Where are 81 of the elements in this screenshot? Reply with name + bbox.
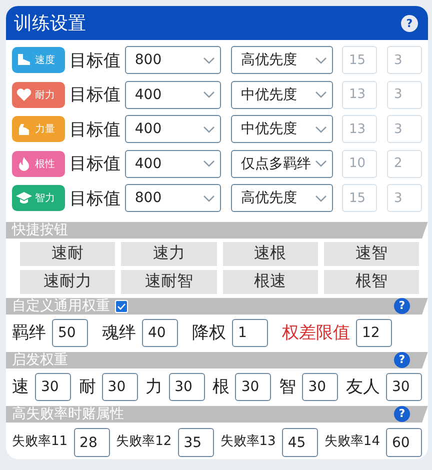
stat-badge: 力量 bbox=[12, 116, 66, 142]
priority-dropdown[interactable]: 高优先度 bbox=[230, 184, 333, 212]
shoe-icon bbox=[16, 53, 32, 68]
target-label: 目标值 bbox=[69, 118, 121, 141]
quick-button[interactable]: 速根 bbox=[222, 242, 318, 266]
quick-button[interactable]: 速耐智 bbox=[121, 270, 216, 294]
quick-button[interactable]: 根智 bbox=[324, 270, 419, 294]
heart-icon bbox=[16, 88, 32, 102]
chevron-down-icon bbox=[202, 126, 215, 133]
field-label: 根 bbox=[212, 376, 230, 398]
input-field[interactable]: 45 bbox=[282, 428, 318, 457]
priority-dropdown[interactable]: 中优先度 bbox=[230, 80, 333, 109]
input-field[interactable]: 60 bbox=[386, 428, 422, 457]
input-field[interactable]: 28 bbox=[74, 428, 110, 457]
chevron-down-icon bbox=[315, 91, 327, 98]
field-label: 速 bbox=[12, 376, 29, 398]
target-label: 目标值 bbox=[69, 153, 121, 176]
chevron-down-icon bbox=[315, 160, 327, 168]
input-field[interactable]: 30 bbox=[35, 372, 71, 400]
input-field[interactable]: 12 bbox=[356, 318, 392, 346]
target-label: 目标值 bbox=[69, 84, 121, 106]
quick-button[interactable]: 速耐 bbox=[20, 242, 116, 266]
stat-badge: 根性 bbox=[12, 150, 66, 177]
section-title: 自定义通用权重 bbox=[12, 298, 110, 314]
target-dropdown[interactable]: 400 bbox=[124, 80, 221, 109]
priority-dropdown[interactable]: 高优先度 bbox=[230, 46, 333, 74]
field-label: 耐 bbox=[78, 376, 96, 398]
input-field[interactable]: 35 bbox=[178, 428, 214, 457]
help-icon[interactable]: ? bbox=[401, 14, 418, 32]
input-field[interactable]: 30 bbox=[168, 372, 205, 400]
section-title: 高失败率时赌属性 bbox=[12, 406, 124, 422]
quick-button[interactable]: 速智 bbox=[324, 242, 419, 266]
field-label: 权差限值 bbox=[282, 322, 350, 344]
input-field[interactable]: 30 bbox=[386, 372, 422, 400]
field-label: 智 bbox=[279, 376, 296, 398]
priority-dropdown[interactable]: 中优先度 bbox=[230, 115, 333, 144]
chevron-down-icon bbox=[202, 160, 215, 168]
field-label: 友人 bbox=[346, 376, 380, 398]
priority-dropdown[interactable]: 仅点多羁绊 bbox=[230, 150, 333, 178]
quick-button[interactable]: 根速 bbox=[222, 270, 318, 294]
help-icon[interactable]: ? bbox=[394, 352, 410, 368]
section-title: 启发权重 bbox=[12, 352, 68, 368]
stat-badge: 耐力 bbox=[12, 82, 66, 108]
target-dropdown[interactable]: 400 bbox=[124, 150, 221, 178]
flame-icon bbox=[16, 156, 32, 171]
input-field[interactable]: 1 bbox=[232, 318, 268, 346]
window-title: 训练设置 bbox=[14, 12, 86, 35]
quick-button[interactable]: 速耐力 bbox=[20, 270, 116, 294]
field-label: 力 bbox=[146, 376, 163, 398]
stat-badge: 智力 bbox=[12, 185, 66, 212]
chevron-down-icon bbox=[315, 194, 327, 202]
field-label: 失败率13 bbox=[220, 432, 276, 450]
field-label: 魂绊 bbox=[102, 322, 136, 344]
chevron-down-icon bbox=[202, 91, 215, 98]
help-icon[interactable]: ? bbox=[394, 406, 410, 422]
input-field[interactable]: 40 bbox=[142, 318, 178, 346]
checkbox[interactable] bbox=[115, 300, 128, 312]
field-label: 降权 bbox=[192, 322, 226, 344]
section-title: 快捷按钮 bbox=[12, 222, 68, 238]
quick-button[interactable]: 速力 bbox=[121, 242, 216, 266]
input-field[interactable]: 30 bbox=[235, 372, 272, 400]
chevron-down-icon bbox=[315, 126, 327, 133]
field-label: 失败率12 bbox=[116, 432, 172, 450]
input-field[interactable]: 30 bbox=[302, 372, 338, 400]
target-dropdown[interactable]: 800 bbox=[124, 184, 221, 212]
input-field[interactable]: 50 bbox=[52, 318, 88, 346]
target-label: 目标值 bbox=[69, 50, 121, 72]
chevron-down-icon bbox=[315, 56, 327, 64]
graduation-cap-icon bbox=[16, 191, 32, 206]
field-label: 失败率14 bbox=[324, 432, 380, 450]
field-label: 失败率11 bbox=[12, 432, 68, 450]
chevron-down-icon bbox=[202, 194, 215, 202]
target-label: 目标值 bbox=[69, 188, 121, 210]
check-icon bbox=[117, 302, 126, 310]
input-field[interactable]: 30 bbox=[102, 372, 138, 400]
help-icon[interactable]: ? bbox=[394, 298, 410, 314]
target-dropdown[interactable]: 400 bbox=[124, 115, 221, 144]
target-dropdown[interactable]: 800 bbox=[124, 46, 221, 74]
chevron-down-icon bbox=[202, 56, 215, 64]
field-label: 羁绊 bbox=[12, 322, 46, 344]
stat-badge: 速度 bbox=[12, 47, 66, 74]
